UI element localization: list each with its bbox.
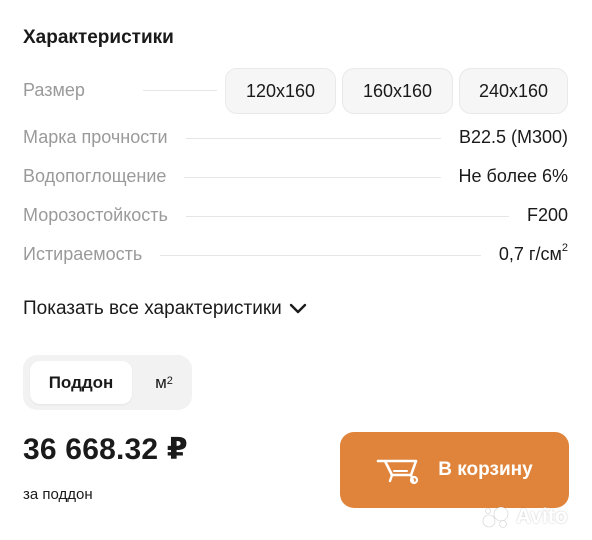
price-unit-label: за поддон [23,486,93,503]
spec-label: Истираемость [23,244,143,264]
size-option-160x160[interactable]: 160x160 [342,68,453,114]
superscript: 2 [166,374,173,387]
spec-row-abrasion: Истираемость 0,7 г/см2 [23,242,568,265]
unit-option-pallet[interactable]: Поддон [30,361,132,404]
spec-value-text: 0,7 г/см [498,244,562,264]
spec-row-water-absorption: Водопоглощение Не более 6% [23,166,568,187]
spec-value: B22.5 (M300) [458,127,568,147]
spec-value: 0,7 г/см2 [498,242,568,265]
divider-line [184,177,441,178]
avito-logo-icon [482,506,512,528]
avito-watermark: Avito [482,505,568,529]
price: 36 668.32 ₽ [23,433,188,466]
unit-toggle: Поддон м2 [23,355,192,410]
divider-line [143,90,217,91]
spec-label: Марка прочности [23,127,168,147]
spec-label: Водопоглощение [23,166,167,186]
superscript: 2 [561,242,568,254]
spec-value: Не более 6% [458,166,568,186]
section-title: Характеристики [23,27,174,48]
show-all-specs-link[interactable]: Показать все характеристики [23,298,308,320]
add-to-cart-label: В корзину [438,459,533,480]
chevron-down-icon [289,303,306,314]
divider-line [185,138,441,139]
size-label: Размер [23,80,85,100]
show-all-label: Показать все характеристики [23,298,282,319]
spec-value: F200 [526,205,568,225]
size-row: Размер 120x160 160x160 240x160 [23,68,568,114]
divider-line [160,255,481,256]
unit-option-square-meter[interactable]: м2 [141,361,187,404]
spec-row-strength: Марка прочности B22.5 (M300) [23,127,568,148]
wheelbarrow-icon [376,455,420,485]
add-to-cart-button[interactable]: В корзину [340,432,569,508]
spec-row-frost-resistance: Морозостойкость F200 [23,205,568,226]
watermark-text: Avito [516,505,568,528]
unit-option-label: м [155,372,167,392]
size-option-120x160[interactable]: 120x160 [225,68,336,114]
size-option-240x160[interactable]: 240x160 [459,68,568,114]
spec-label: Морозостойкость [23,205,168,225]
divider-line [185,216,509,217]
